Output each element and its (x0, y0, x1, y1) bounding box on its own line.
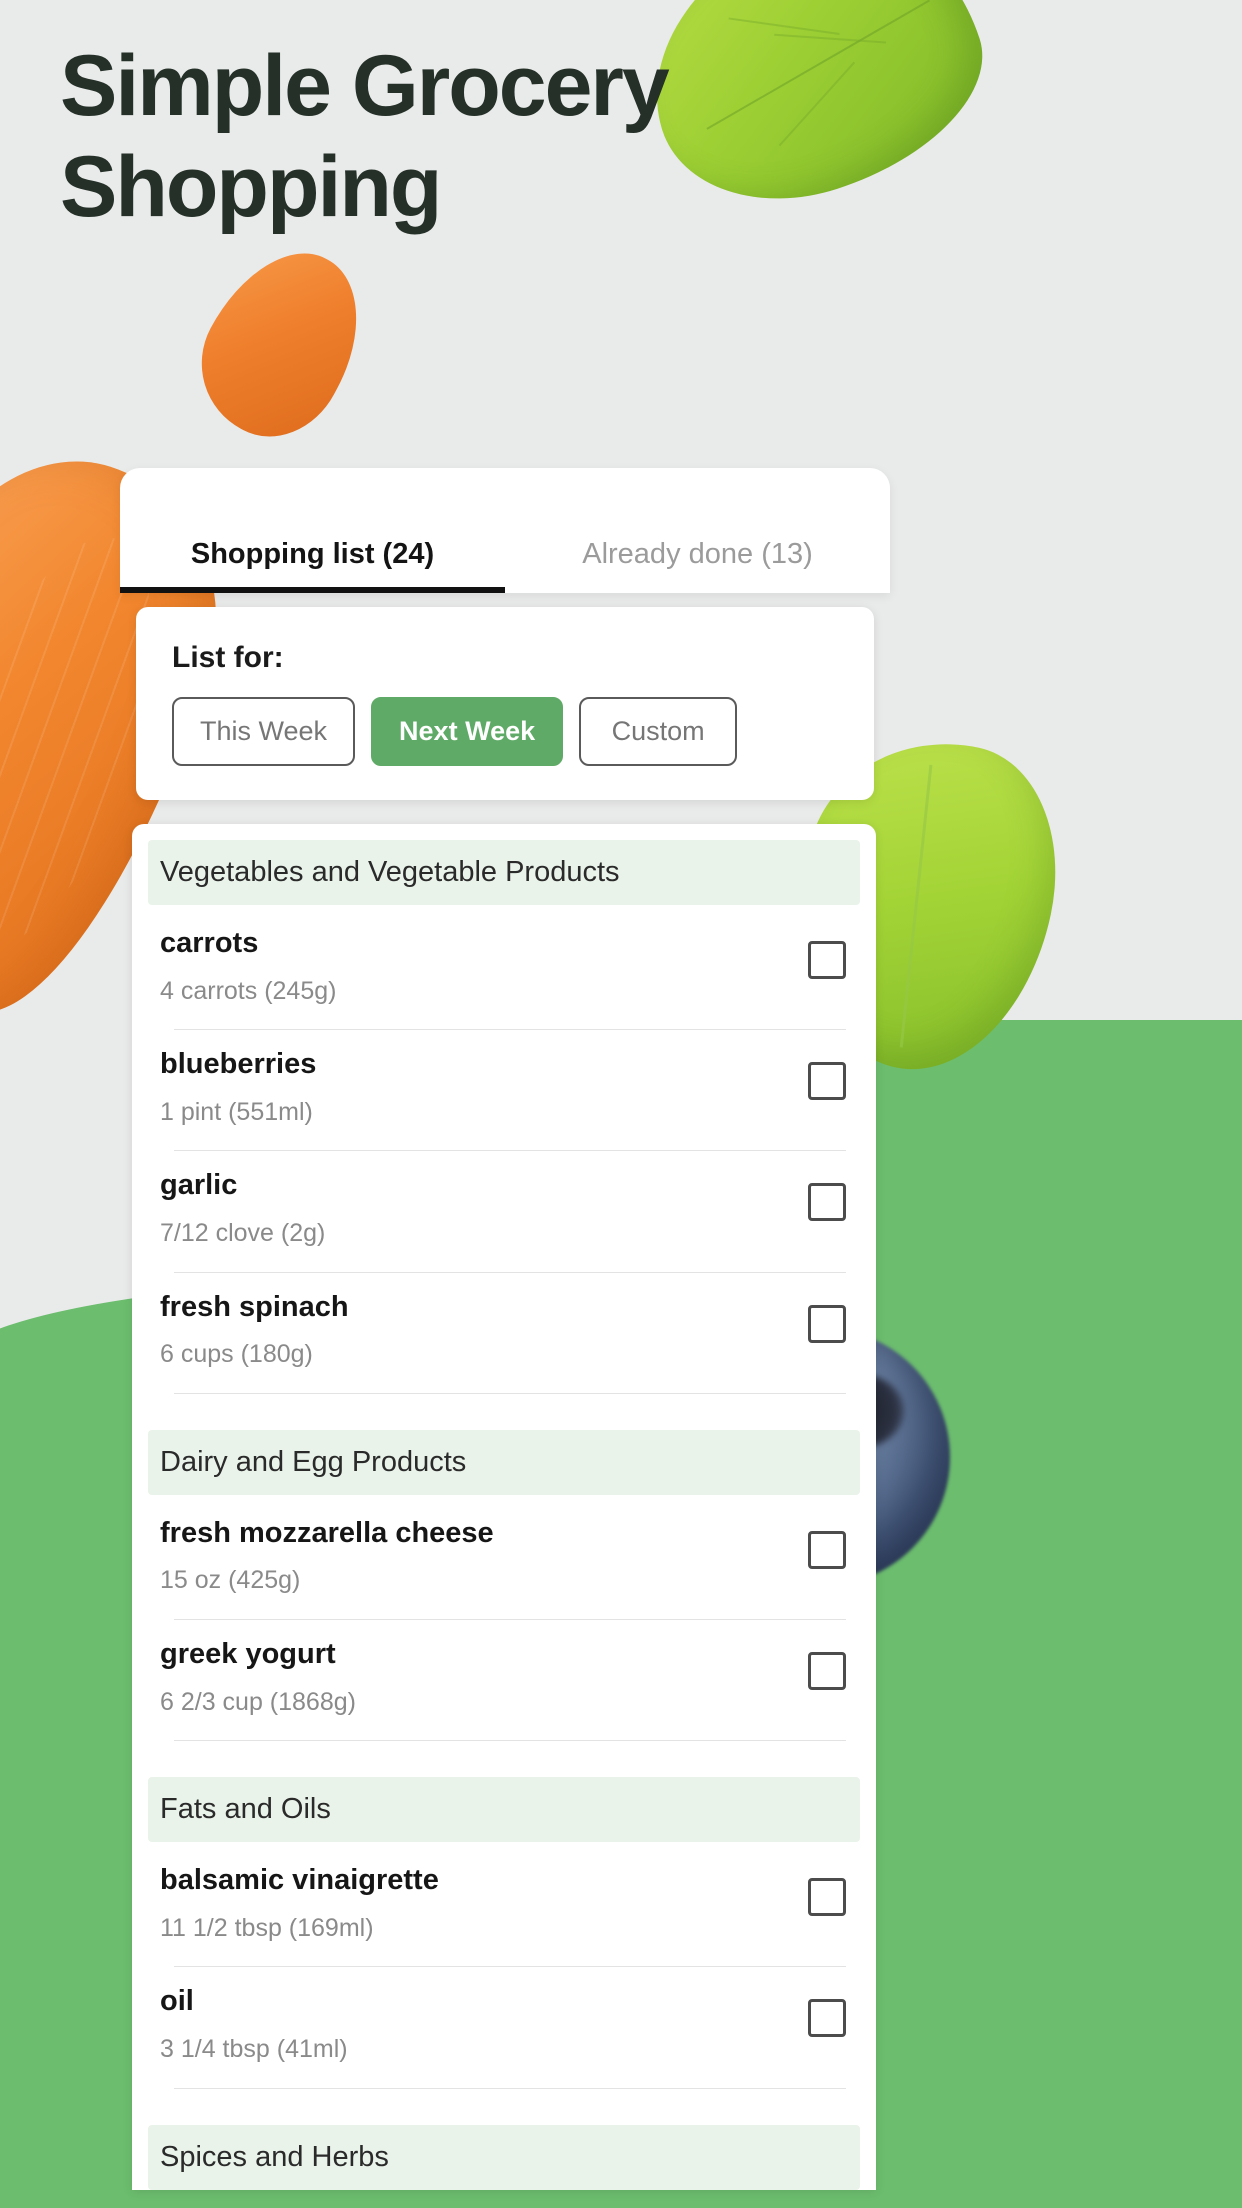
list-item-texts: blueberries 1 pint (551ml) (160, 1044, 316, 1128)
list-item-texts: garlic 7/12 clove (2g) (160, 1165, 325, 1249)
tab-already-done-label: Already done (13) (582, 538, 813, 570)
list-item-name: fresh mozzarella cheese (160, 1516, 494, 1549)
section-header: Vegetables and Vegetable Products (148, 840, 860, 905)
list-item-checkbox[interactable] (808, 1530, 846, 1569)
tab-shopping-list[interactable]: Shopping list (24) (120, 538, 505, 593)
list-item-quantity: 11 1/2 tbsp (169ml) (160, 1913, 374, 1942)
list-item[interactable]: greek yogurt 6 2/3 cup (1868g) (148, 1620, 860, 1728)
tab-already-done[interactable]: Already done (13) (505, 538, 890, 593)
list-item-texts: oil 3 1/4 tbsp (41ml) (160, 1981, 348, 2065)
list-item[interactable]: fresh spinach 6 cups (180g) (148, 1273, 860, 1381)
list-item-name: fresh spinach (160, 1290, 349, 1323)
list-item-quantity: 3 1/4 tbsp (41ml) (160, 2035, 348, 2063)
list-item-checkbox[interactable] (808, 1651, 846, 1690)
tab-shopping-list-label: Shopping list (24) (190, 538, 435, 570)
list-item-name: garlic (160, 1169, 238, 1202)
list-item-checkbox[interactable] (808, 1999, 846, 2038)
list-item-checkbox[interactable] (808, 1062, 846, 1101)
list-item[interactable]: carrots 4 carrots (245g) (148, 909, 860, 1017)
list-item-checkbox[interactable] (808, 1183, 846, 1222)
list-item[interactable]: garlic 7/12 clove (2g) (148, 1151, 860, 1259)
list-for-card: List for: This Week Next Week Custom (136, 607, 874, 800)
list-item-name: oil (160, 1985, 194, 2018)
list-for-segmented-control: This Week Next Week Custom (172, 697, 844, 766)
shopping-items-card: Vegetables and Vegetable Products carrots… (132, 824, 876, 2190)
list-item-quantity: 7/12 clove (2g) (160, 1219, 326, 1248)
list-item-texts: fresh spinach 6 cups (180g) (160, 1287, 349, 1371)
list-item-texts: carrots 4 carrots (245g) (160, 923, 336, 1007)
list-item[interactable]: blueberries 1 pint (551ml) (148, 1030, 860, 1138)
list-item-checkbox[interactable] (808, 1878, 846, 1917)
list-item-quantity: 15 oz (425g) (160, 1566, 301, 1595)
section-header: Dairy and Egg Products (148, 1429, 860, 1495)
list-item-checkbox[interactable] (808, 1304, 846, 1343)
leaf-vein (729, 17, 841, 35)
list-item-name: greek yogurt (160, 1637, 336, 1670)
list-item-checkbox[interactable] (808, 941, 846, 979)
tab-bar: Shopping list (24) Already done (13) (120, 468, 890, 593)
list-item[interactable]: fresh mozzarella cheese 15 oz (425g) (148, 1499, 860, 1607)
list-item[interactable]: balsamic vinaigrette 11 1/2 tbsp (169ml) (148, 1846, 860, 1954)
list-item-quantity: 4 carrots (245g) (160, 976, 337, 1005)
segment-custom[interactable]: Custom (579, 697, 738, 766)
app-container: Shopping list (24) Already done (13) Lis… (120, 468, 1020, 2194)
list-for-label: List for: (172, 641, 284, 674)
segment-next-week[interactable]: Next Week (371, 697, 564, 766)
list-item-name: balsamic vinaigrette (160, 1864, 439, 1897)
list-item-quantity: 1 pint (551ml) (160, 1097, 313, 1126)
segment-this-week[interactable]: This Week (172, 697, 356, 766)
list-item-name: blueberries (160, 1048, 317, 1081)
section-header: Fats and Oils (148, 1777, 860, 1843)
list-item-name: carrots (160, 927, 259, 959)
section-header: Spices and Herbs (148, 2124, 860, 2190)
leaf-vein (778, 61, 855, 146)
list-item-quantity: 6 cups (180g) (160, 1340, 313, 1369)
list-item-texts: greek yogurt 6 2/3 cup (1868g) (160, 1634, 356, 1718)
page-title: Simple Grocery Shopping (60, 38, 670, 236)
list-item-texts: balsamic vinaigrette 11 1/2 tbsp (169ml) (160, 1860, 439, 1944)
list-item-texts: fresh mozzarella cheese 15 oz (425g) (160, 1513, 494, 1597)
list-item-quantity: 6 2/3 cup (1868g) (160, 1687, 356, 1716)
list-item[interactable]: oil 3 1/4 tbsp (41ml) (148, 1967, 860, 2075)
